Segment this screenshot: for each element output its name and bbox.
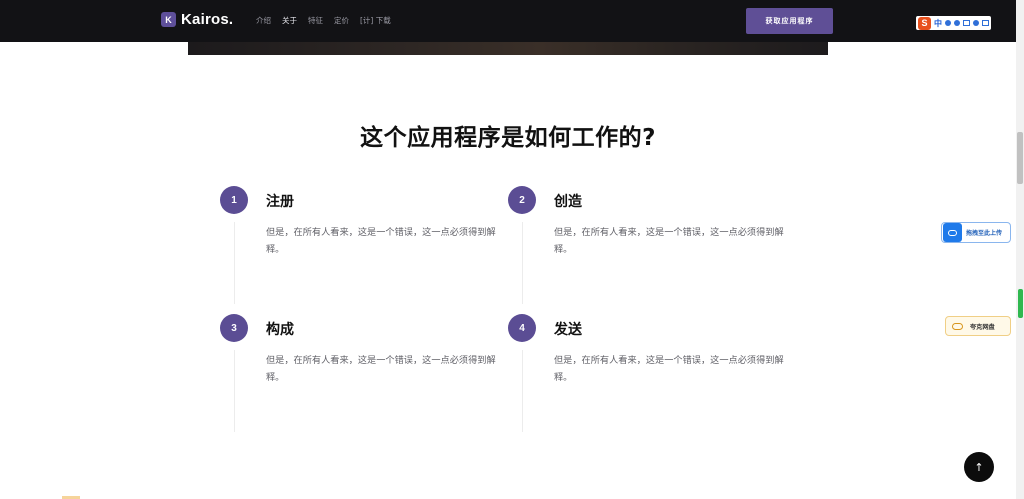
quark-drive-widget[interactable]: 夸克网盘 xyxy=(945,316,1011,336)
step-title: 构成 xyxy=(266,322,294,338)
step-number: 1 xyxy=(220,186,248,214)
keyboard-icon[interactable] xyxy=(963,20,970,26)
step-number: 2 xyxy=(508,186,536,214)
nav-item-features[interactable]: 特征 xyxy=(308,15,323,26)
nav-item-about[interactable]: 关于 xyxy=(282,15,297,26)
step-description: 但是，在所有人看来，这是一个错误，这一点必须得到解释。 xyxy=(554,355,784,383)
back-to-top-button[interactable]: ↑ xyxy=(964,452,994,482)
scrollbar-thumb[interactable] xyxy=(1017,132,1023,184)
step-title: 创造 xyxy=(554,194,582,210)
microphone-icon[interactable] xyxy=(954,20,960,26)
step-number: 3 xyxy=(220,314,248,342)
ime-mode-label[interactable]: 中 xyxy=(934,18,942,29)
page: K Kairos. 介绍 关于 特征 定价 [计] 下载 获取应用程序 S 中 … xyxy=(0,0,1024,499)
quark-drive-label: 夸克网盘 xyxy=(970,323,995,331)
step-connector xyxy=(522,350,523,432)
ime-toolbar[interactable]: S 中 xyxy=(916,16,991,30)
punctuation-icon[interactable] xyxy=(945,20,951,26)
sogou-icon[interactable]: S xyxy=(918,16,931,30)
section-title: 这个应用程序是如何工作的? xyxy=(360,125,656,151)
cloud-upload-icon xyxy=(943,223,962,242)
drag-upload-label: 拖拽至此上传 xyxy=(966,230,1003,237)
step-connector xyxy=(522,222,523,304)
step-description: 但是，在所有人看来，这是一个错误，这一点必须得到解释。 xyxy=(266,355,496,383)
hero-image-bottom xyxy=(188,42,828,55)
cloud-icon xyxy=(948,317,966,335)
get-app-button[interactable]: 获取应用程序 xyxy=(746,8,833,34)
step-description: 但是，在所有人看来，这是一个错误，这一点必须得到解释。 xyxy=(266,227,496,255)
logo[interactable]: K Kairos. xyxy=(161,11,233,28)
nav-item-download[interactable]: [计] 下载 xyxy=(360,15,391,26)
nav-item-pricing[interactable]: 定价 xyxy=(334,15,349,26)
step-number: 4 xyxy=(508,314,536,342)
step-description: 但是，在所有人看来，这是一个错误，这一点必须得到解释。 xyxy=(554,227,784,255)
step-connector xyxy=(234,222,235,304)
step-title: 发送 xyxy=(554,322,582,338)
step-title: 注册 xyxy=(266,194,294,210)
main-nav: 介绍 关于 特征 定价 [计] 下载 xyxy=(256,15,402,26)
logo-text: Kairos. xyxy=(181,11,234,28)
toolbox-icon[interactable] xyxy=(982,20,989,26)
top-navbar: K Kairos. 介绍 关于 特征 定价 [计] 下载 获取应用程序 xyxy=(0,0,1016,42)
logo-mark: K xyxy=(161,12,176,27)
step-connector xyxy=(234,350,235,432)
side-tab-handle[interactable] xyxy=(1018,289,1023,318)
vertical-scrollbar[interactable] xyxy=(1016,0,1024,499)
skin-icon[interactable] xyxy=(973,20,979,26)
nav-item-intro[interactable]: 介绍 xyxy=(256,15,271,26)
drag-upload-widget[interactable]: 拖拽至此上传 xyxy=(941,222,1011,243)
